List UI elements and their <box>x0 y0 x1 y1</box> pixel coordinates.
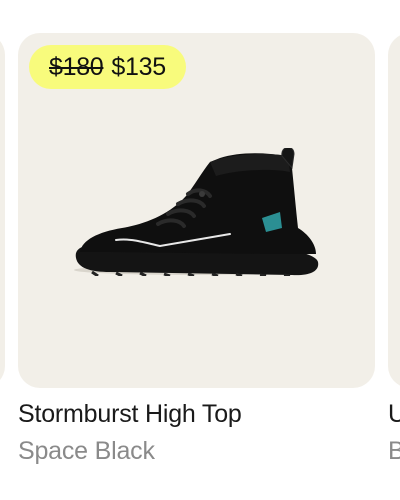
black-high-top-sneaker-icon <box>74 148 319 276</box>
original-price: $180 <box>49 52 104 81</box>
product-color: Space Black <box>18 437 155 465</box>
price-badge: $180 $135 <box>29 45 186 89</box>
product-image-container[interactable]: $180 $135 <box>18 33 375 388</box>
product-color: B <box>388 437 400 465</box>
product-image-container[interactable] <box>0 33 5 388</box>
product-card-previous[interactable] <box>0 0 5 500</box>
product-card[interactable]: $180 $135 Stormburst High Top Space Blac… <box>18 0 375 500</box>
sale-price: $135 <box>111 52 166 81</box>
product-card-next[interactable]: U B <box>388 0 400 500</box>
product-carousel: $180 $135 Stormburst High Top Space Blac… <box>0 0 400 500</box>
product-title[interactable]: U <box>388 400 400 429</box>
product-title[interactable]: Stormburst High Top <box>18 400 242 429</box>
product-image-container[interactable] <box>388 33 400 388</box>
